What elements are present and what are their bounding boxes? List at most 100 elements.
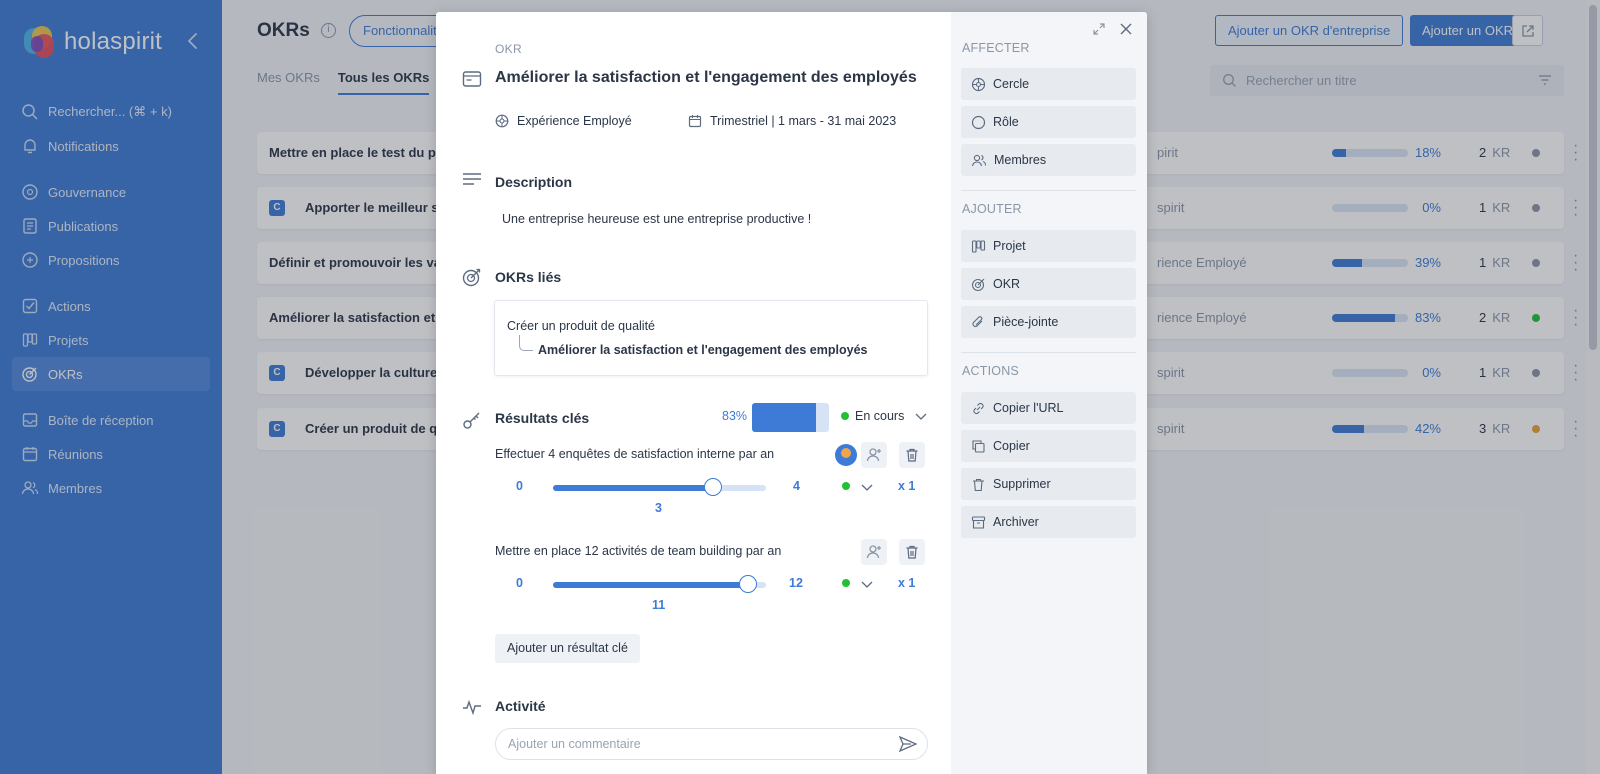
send-icon — [899, 736, 917, 752]
key-result-min: 0 — [516, 479, 523, 493]
key-result-weight[interactable]: x 1 — [898, 576, 915, 590]
link-icon — [973, 402, 984, 414]
copy-button[interactable]: Copier — [961, 430, 1136, 462]
okr-title[interactable]: Améliorer la satisfaction et l'engagemen… — [495, 69, 917, 87]
role-icon — [971, 115, 986, 129]
key-result-max: 4 — [793, 479, 800, 493]
add-section-title: AJOUTER — [962, 202, 1022, 216]
expand-icon[interactable] — [1092, 22, 1106, 36]
chevron-down-icon — [861, 581, 873, 588]
add-project-label: Projet — [993, 239, 1026, 253]
key-result-status-dot[interactable] — [842, 579, 850, 587]
archive-icon — [971, 515, 986, 529]
assign-role-button[interactable]: Rôle — [961, 106, 1136, 138]
copy-url-button[interactable]: Copier l'URL — [961, 392, 1136, 424]
slider-handle[interactable] — [739, 575, 758, 593]
add-okr-label: OKR — [993, 277, 1021, 291]
key-result-max: 12 — [789, 576, 803, 590]
avatar[interactable] — [835, 444, 857, 466]
okr-period-label: Trimestriel | 1 mars - 31 mai 2023 — [710, 114, 897, 128]
members-icon — [971, 154, 987, 166]
slider-handle[interactable] — [703, 478, 722, 496]
divider — [961, 352, 1136, 353]
key-results-title: Résultats clés — [495, 410, 590, 426]
description-title: Description — [495, 174, 573, 190]
key-result-weight[interactable]: x 1 — [898, 479, 915, 493]
copy-label: Copier — [993, 439, 1030, 453]
assign-role-label: Rôle — [993, 115, 1019, 129]
comment-input[interactable]: Ajouter un commentaire — [495, 728, 928, 760]
tree-connector — [519, 335, 533, 351]
okr-detail-modal: OKR Améliorer la satisfaction et l'engag… — [436, 12, 1147, 774]
add-attachment-label: Pièce-jointe — [993, 315, 1059, 329]
key-results-progress-label: 83% — [722, 409, 748, 423]
key-result-current: 3 — [655, 501, 662, 515]
assign-member-button[interactable] — [861, 442, 887, 468]
copy-icon — [972, 439, 985, 453]
status-select[interactable]: En cours — [841, 409, 928, 423]
add-okr-link-button[interactable]: OKR — [961, 268, 1136, 300]
delete-key-result-button[interactable] — [899, 442, 925, 468]
okr-period[interactable]: Trimestriel | 1 mars - 31 mai 2023 — [688, 114, 896, 128]
target-icon — [971, 278, 985, 291]
trash-icon — [973, 478, 984, 491]
key-result-min: 0 — [516, 576, 523, 590]
add-user-icon — [866, 448, 881, 462]
linked-okrs-card[interactable]: Créer un produit de qualité Améliorer la… — [494, 300, 928, 376]
delete-button[interactable]: Supprimer — [961, 468, 1136, 500]
linked-parent-okr[interactable]: Créer un produit de qualité — [507, 319, 655, 333]
delete-label: Supprimer — [993, 477, 1051, 491]
target-icon — [462, 267, 482, 287]
status-dot — [841, 412, 849, 420]
circle-icon — [971, 77, 986, 91]
assign-member-button[interactable] — [861, 539, 887, 565]
add-attachment-button[interactable]: Pièce-jointe — [961, 306, 1136, 338]
key-result-name[interactable]: Mettre en place 12 activités de team bui… — [495, 544, 781, 558]
okr-circle[interactable]: Expérience Employé — [495, 114, 632, 128]
linked-child-okr[interactable]: Améliorer la satisfaction et l'engagemen… — [538, 343, 867, 357]
key-result-name[interactable]: Effectuer 4 enquêtes de satisfaction int… — [495, 447, 774, 461]
assign-section-title: AFFECTER — [962, 41, 1030, 55]
divider — [961, 190, 1136, 191]
delete-key-result-button[interactable] — [899, 539, 925, 565]
add-project-button[interactable]: Projet — [961, 230, 1136, 262]
key-icon — [462, 410, 482, 430]
key-result-status-dot[interactable] — [842, 482, 850, 490]
add-user-icon — [866, 545, 881, 559]
okr-circle-label: Expérience Employé — [517, 114, 632, 128]
status-label: En cours — [855, 409, 905, 423]
okr-type-label: OKR — [495, 42, 522, 56]
kanban-icon — [971, 239, 986, 253]
card-icon — [462, 70, 482, 88]
key-result-slider[interactable] — [553, 478, 766, 496]
okr-detail-sidebar: AFFECTER Cercle Rôle Membres AJOUTER Pro… — [951, 12, 1147, 774]
close-icon[interactable] — [1119, 22, 1133, 36]
archive-button[interactable]: Archiver — [961, 506, 1136, 538]
okr-detail-main: OKR Améliorer la satisfaction et l'engag… — [436, 12, 951, 774]
assign-circle-label: Cercle — [993, 77, 1030, 91]
key-results-progress-bar — [752, 403, 829, 432]
actions-section-title: ACTIONS — [962, 364, 1019, 378]
assign-circle-button[interactable]: Cercle — [961, 68, 1136, 100]
key-result-slider[interactable] — [553, 575, 766, 593]
circle-icon — [495, 114, 509, 128]
chevron-down-icon — [861, 484, 873, 491]
assign-members-label: Membres — [994, 153, 1047, 167]
chevron-down-icon — [915, 413, 927, 420]
description-text[interactable]: Une entreprise heureuse est une entrepri… — [502, 212, 811, 226]
linked-okrs-title: OKRs liés — [495, 269, 562, 285]
trash-icon — [906, 545, 918, 559]
modal-window-controls — [1092, 22, 1133, 36]
paperclip-icon — [972, 315, 983, 327]
activity-title: Activité — [495, 698, 546, 714]
calendar-icon — [688, 115, 702, 128]
archive-label: Archiver — [993, 515, 1039, 529]
comment-placeholder: Ajouter un commentaire — [508, 737, 641, 751]
copy-url-label: Copier l'URL — [993, 401, 1064, 415]
trash-icon — [906, 448, 918, 462]
assign-members-button[interactable]: Membres — [961, 144, 1136, 176]
description-icon — [462, 172, 482, 186]
key-result-current: 11 — [652, 598, 666, 612]
activity-icon — [462, 698, 482, 716]
add-key-result-button[interactable]: Ajouter un résultat clé — [495, 634, 640, 663]
